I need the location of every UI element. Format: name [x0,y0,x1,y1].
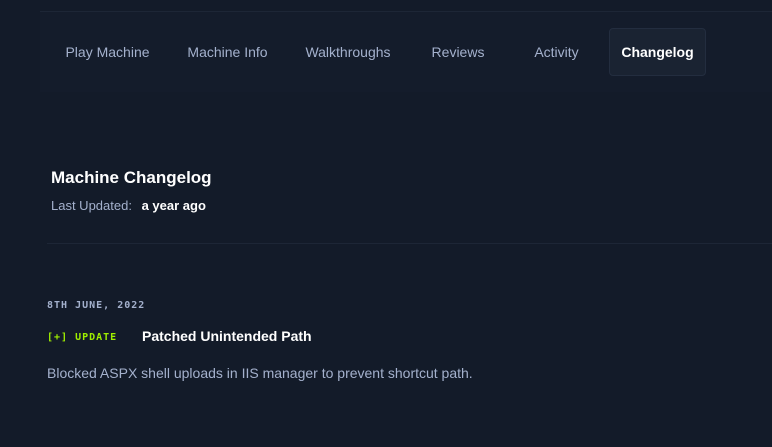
page-title: Machine Changelog [51,168,212,187]
page: Play Machine Machine Info Walkthroughs R… [0,0,772,447]
tab-reviews[interactable]: Reviews [424,28,492,76]
last-updated-label: Last Updated: [51,198,132,213]
update-badge: [+] UPDATE [47,332,118,343]
changelog-panel: Machine Changelog Last Updated: a year a… [0,92,772,447]
last-updated-value: a year ago [141,198,206,213]
entry-description: Blocked ASPX shell uploads in IIS manage… [47,365,473,381]
entry-title: Patched Unintended Path [142,328,312,344]
tab-changelog[interactable]: Changelog [609,28,706,76]
entry-date: 8TH JUNE, 2022 [47,300,146,311]
tab-machine-info[interactable]: Machine Info [185,28,270,76]
machine-tab-bar: Play Machine Machine Info Walkthroughs R… [40,12,772,92]
section-divider [47,243,772,244]
tab-play-machine[interactable]: Play Machine [64,28,151,76]
last-updated: Last Updated: a year ago [51,198,206,213]
tab-walkthroughs[interactable]: Walkthroughs [303,28,393,76]
tab-activity[interactable]: Activity [526,28,587,76]
